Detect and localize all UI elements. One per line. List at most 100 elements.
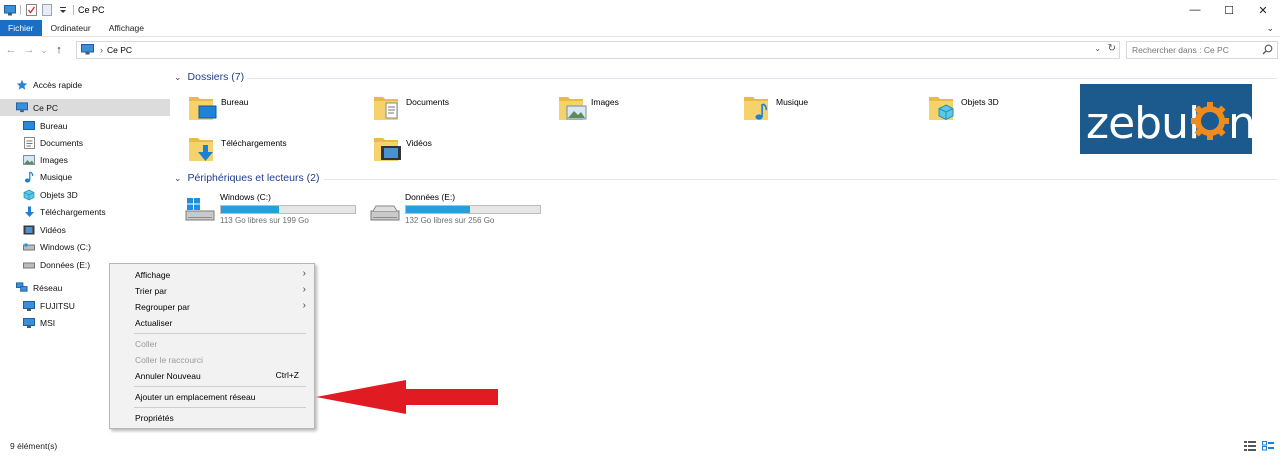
menu-item-label: Propriétés bbox=[135, 412, 174, 423]
tab-ordinateur[interactable]: Ordinateur bbox=[42, 20, 100, 36]
tiles-view-icon[interactable] bbox=[1262, 441, 1274, 453]
forward-button[interactable]: → bbox=[22, 43, 36, 57]
customize-toolbar-icon[interactable] bbox=[57, 4, 69, 16]
breadcrumb-ce-pc[interactable]: Ce PC bbox=[107, 45, 132, 55]
menu-item-label: Regrouper par bbox=[135, 301, 190, 312]
folder-videos[interactable]: Vidéos bbox=[373, 133, 432, 163]
network-icon bbox=[16, 282, 28, 294]
details-view-icon[interactable] bbox=[1244, 441, 1256, 453]
breadcrumb-separator[interactable]: › bbox=[100, 45, 103, 55]
drives-section-header[interactable]: ⌄ Périphériques et lecteurs (2) bbox=[174, 172, 319, 184]
search-input[interactable] bbox=[1132, 45, 1260, 55]
sidebar-item-documents[interactable]: Documents bbox=[0, 134, 170, 151]
sidebar-item-videos[interactable]: Vidéos bbox=[0, 221, 170, 238]
chevron-down-icon[interactable]: ⌄ bbox=[174, 72, 182, 83]
toolbar-divider bbox=[73, 5, 74, 15]
sidebar-item-acces-rapide[interactable]: Accès rapide bbox=[0, 76, 170, 93]
drive-donnees-e[interactable]: Données (E:) 132 Go libres sur 256 Go bbox=[369, 192, 541, 225]
menu-item-actualiser[interactable]: Actualiser bbox=[110, 315, 314, 330]
minimize-button[interactable]: — bbox=[1178, 0, 1212, 20]
navigation-bar: ← → ⌄ ↑ › Ce PC ⌄ ↻ bbox=[0, 40, 1280, 60]
music-folder-icon bbox=[743, 92, 773, 122]
new-folder-icon[interactable] bbox=[41, 4, 53, 16]
menu-separator bbox=[134, 386, 306, 387]
menu-item-label: Affichage bbox=[135, 269, 171, 280]
computer-icon bbox=[81, 43, 94, 57]
folder-label: Documents bbox=[406, 97, 449, 107]
menu-item-trier-par[interactable]: Trier par › bbox=[110, 283, 314, 298]
sidebar-item-objets-3d[interactable]: Objets 3D bbox=[0, 186, 170, 203]
downloads-folder-icon bbox=[188, 133, 218, 163]
computer-icon[interactable] bbox=[4, 4, 16, 16]
menu-shortcut: Ctrl+Z bbox=[275, 370, 299, 380]
window-title: Ce PC bbox=[78, 5, 105, 15]
chevron-right-icon: › bbox=[302, 268, 306, 279]
section-divider bbox=[247, 78, 1277, 79]
folder-label: Objets 3D bbox=[961, 97, 999, 107]
folder-bureau[interactable]: Bureau bbox=[188, 92, 248, 122]
sidebar-item-musique[interactable]: Musique bbox=[0, 168, 170, 185]
folder-documents[interactable]: Documents bbox=[373, 92, 449, 122]
drive-usage-bar bbox=[220, 205, 356, 214]
sidebar-item-label: Réseau bbox=[33, 282, 63, 293]
folders-section-header[interactable]: ⌄ Dossiers (7) bbox=[174, 71, 244, 83]
chevron-down-icon[interactable]: ⌄ bbox=[174, 173, 182, 184]
folder-label: Bureau bbox=[221, 97, 249, 107]
pictures-folder-icon bbox=[558, 92, 588, 122]
3d-objects-folder-icon bbox=[928, 92, 958, 122]
refresh-button[interactable]: ↻ bbox=[1108, 43, 1116, 54]
maximize-button[interactable]: ☐ bbox=[1212, 0, 1246, 20]
menu-item-label: Coller bbox=[135, 338, 158, 349]
address-history-button[interactable]: ⌄ bbox=[1094, 44, 1101, 53]
sidebar-item-telechargements[interactable]: Téléchargements bbox=[0, 203, 170, 220]
menu-item-label: Ajouter un emplacement réseau bbox=[135, 391, 256, 402]
folder-label: Téléchargements bbox=[221, 138, 287, 148]
computer-icon bbox=[23, 300, 35, 312]
zebulon-logo: zebul n bbox=[1080, 84, 1252, 154]
drive-usage-fill bbox=[406, 206, 471, 213]
drive-windows-c[interactable]: Windows (C:) 113 Go libres sur 199 Go bbox=[184, 192, 356, 225]
desktop-folder-icon bbox=[188, 92, 218, 122]
drive-free-space: 132 Go libres sur 256 Go bbox=[405, 216, 495, 225]
sidebar-item-bureau[interactable]: Bureau bbox=[0, 117, 170, 134]
menu-item-regrouper-par[interactable]: Regrouper par › bbox=[110, 299, 314, 314]
address-bar[interactable]: › Ce PC ⌄ ↻ bbox=[76, 41, 1120, 59]
menu-item-ajouter-emplacement-reseau[interactable]: Ajouter un emplacement réseau bbox=[110, 389, 314, 404]
sidebar-item-ce-pc[interactable]: Ce PC bbox=[0, 99, 170, 116]
menu-item-affichage[interactable]: Affichage › bbox=[110, 267, 314, 282]
folder-images[interactable]: Images bbox=[558, 92, 619, 122]
tab-fichier[interactable]: Fichier bbox=[0, 20, 42, 36]
sidebar-item-label: MSI bbox=[40, 317, 56, 328]
back-button[interactable]: ← bbox=[4, 43, 18, 57]
sidebar-item-label: Vidéos bbox=[40, 224, 66, 235]
recent-locations-button[interactable]: ⌄ bbox=[40, 43, 48, 57]
search-icon[interactable] bbox=[1262, 44, 1273, 57]
expand-ribbon-button[interactable]: ⌄ bbox=[1266, 23, 1274, 34]
search-box[interactable] bbox=[1126, 41, 1278, 59]
menu-item-annuler-nouveau[interactable]: Annuler Nouveau Ctrl+Z bbox=[110, 368, 314, 383]
menu-item-proprietes[interactable]: Propriétés bbox=[110, 410, 314, 425]
close-button[interactable]: ✕ bbox=[1246, 0, 1280, 20]
properties-icon[interactable] bbox=[25, 4, 37, 16]
folder-telechargements[interactable]: Téléchargements bbox=[188, 133, 287, 163]
sidebar-item-windows-c[interactable]: Windows (C:) bbox=[0, 238, 170, 255]
sidebar-item-label: Données (E:) bbox=[40, 259, 91, 270]
sidebar-item-images[interactable]: Images bbox=[0, 151, 170, 168]
windows-drive-icon bbox=[184, 194, 216, 222]
menu-item-coller-raccourci: Coller le raccourci bbox=[110, 352, 314, 367]
sidebar-item-label: Windows (C:) bbox=[40, 241, 92, 252]
star-icon bbox=[16, 79, 28, 91]
drive-free-space: 113 Go libres sur 199 Go bbox=[220, 216, 309, 225]
sidebar-item-label: Téléchargements bbox=[40, 206, 106, 217]
menu-separator bbox=[134, 333, 306, 334]
menu-separator bbox=[134, 407, 306, 408]
tab-affichage[interactable]: Affichage bbox=[100, 20, 153, 36]
folder-musique[interactable]: Musique bbox=[743, 92, 808, 122]
computer-icon bbox=[23, 317, 35, 329]
up-button[interactable]: ↑ bbox=[52, 43, 66, 57]
svg-text:zebul: zebul bbox=[1086, 98, 1199, 149]
drive-usage-bar bbox=[405, 205, 541, 214]
section-title: Périphériques et lecteurs (2) bbox=[187, 172, 320, 184]
quick-access-toolbar bbox=[0, 0, 74, 20]
folder-objets-3d[interactable]: Objets 3D bbox=[928, 92, 999, 122]
